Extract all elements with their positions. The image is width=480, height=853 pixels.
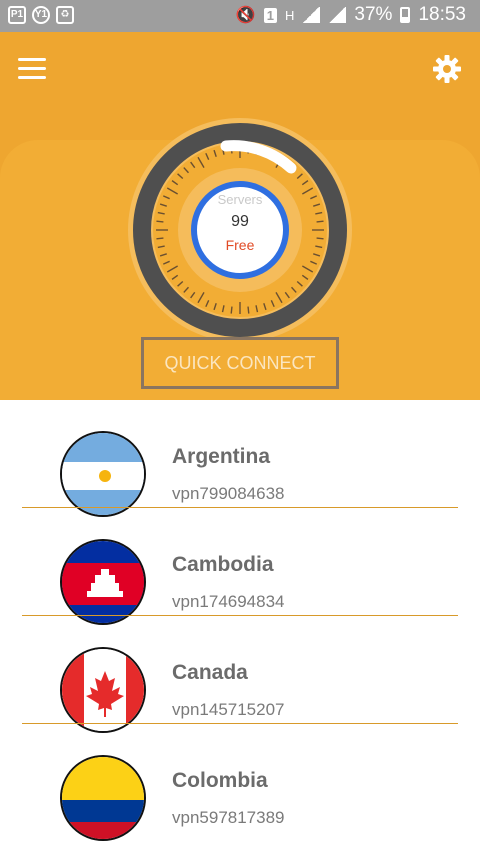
signal-icon-2: [328, 7, 347, 23]
server-id: vpn145715207: [172, 700, 285, 719]
quick-connect-button[interactable]: QUICK CONNECT: [141, 337, 339, 389]
server-list: Argentina vpn799084638 Cambodia vpn17469…: [0, 400, 480, 853]
cambodia-flag-icon: [60, 539, 146, 625]
gauge-tier-label: Free: [226, 237, 255, 253]
signal-icon: [302, 7, 321, 23]
gauge-servers-count: 99: [231, 213, 249, 230]
colombia-flag-icon: [60, 755, 146, 841]
network-type-icon: H: [285, 7, 295, 23]
country-name: Argentina: [172, 445, 271, 468]
gauge-tick: [316, 220, 324, 223]
canada-flag-icon: [60, 647, 146, 733]
battery-icon: [400, 7, 411, 23]
gauge-servers-label: Servers: [218, 192, 263, 207]
country-name: Colombia: [172, 769, 268, 792]
country-name: Cambodia: [172, 553, 274, 576]
server-row-argentina[interactable]: Argentina vpn799084638: [22, 400, 458, 517]
hamburger-menu-icon[interactable]: [18, 58, 46, 80]
battery-percent: 37%: [354, 4, 393, 25]
gauge-tick: [230, 306, 233, 314]
gauge-tick: [156, 220, 164, 223]
sim-icon: 1: [263, 7, 278, 23]
mute-icon: 🔇: [235, 7, 256, 24]
server-id: vpn597817389: [172, 808, 285, 827]
clock: 18:53: [418, 4, 466, 25]
gauge-tick: [156, 237, 164, 240]
server-row-canada[interactable]: Canada vpn145715207: [22, 616, 458, 733]
gear-icon[interactable]: [432, 54, 462, 84]
notification-icons: P1 Y1 ♻: [8, 6, 74, 24]
server-gauge: Servers 99 Free: [126, 116, 354, 344]
argentina-flag-icon: [60, 431, 146, 517]
system-status: 🔇 1 H 37% 18:53: [236, 4, 466, 26]
gauge-tick: [316, 237, 324, 240]
server-id: vpn799084638: [172, 484, 285, 503]
server-row-colombia[interactable]: Colombia vpn597817389: [22, 724, 458, 841]
status-bar: P1 Y1 ♻ 🔇 1 H 37% 18:53: [0, 0, 480, 32]
app-notification-icon: Y1: [32, 6, 50, 24]
server-row-cambodia[interactable]: Cambodia vpn174694834: [22, 508, 458, 625]
gauge-tick: [247, 306, 250, 314]
recycle-icon: ♻: [56, 6, 74, 24]
app-notification-icon: P1: [8, 6, 26, 24]
server-id: vpn174694834: [172, 592, 285, 611]
country-name: Canada: [172, 661, 248, 684]
